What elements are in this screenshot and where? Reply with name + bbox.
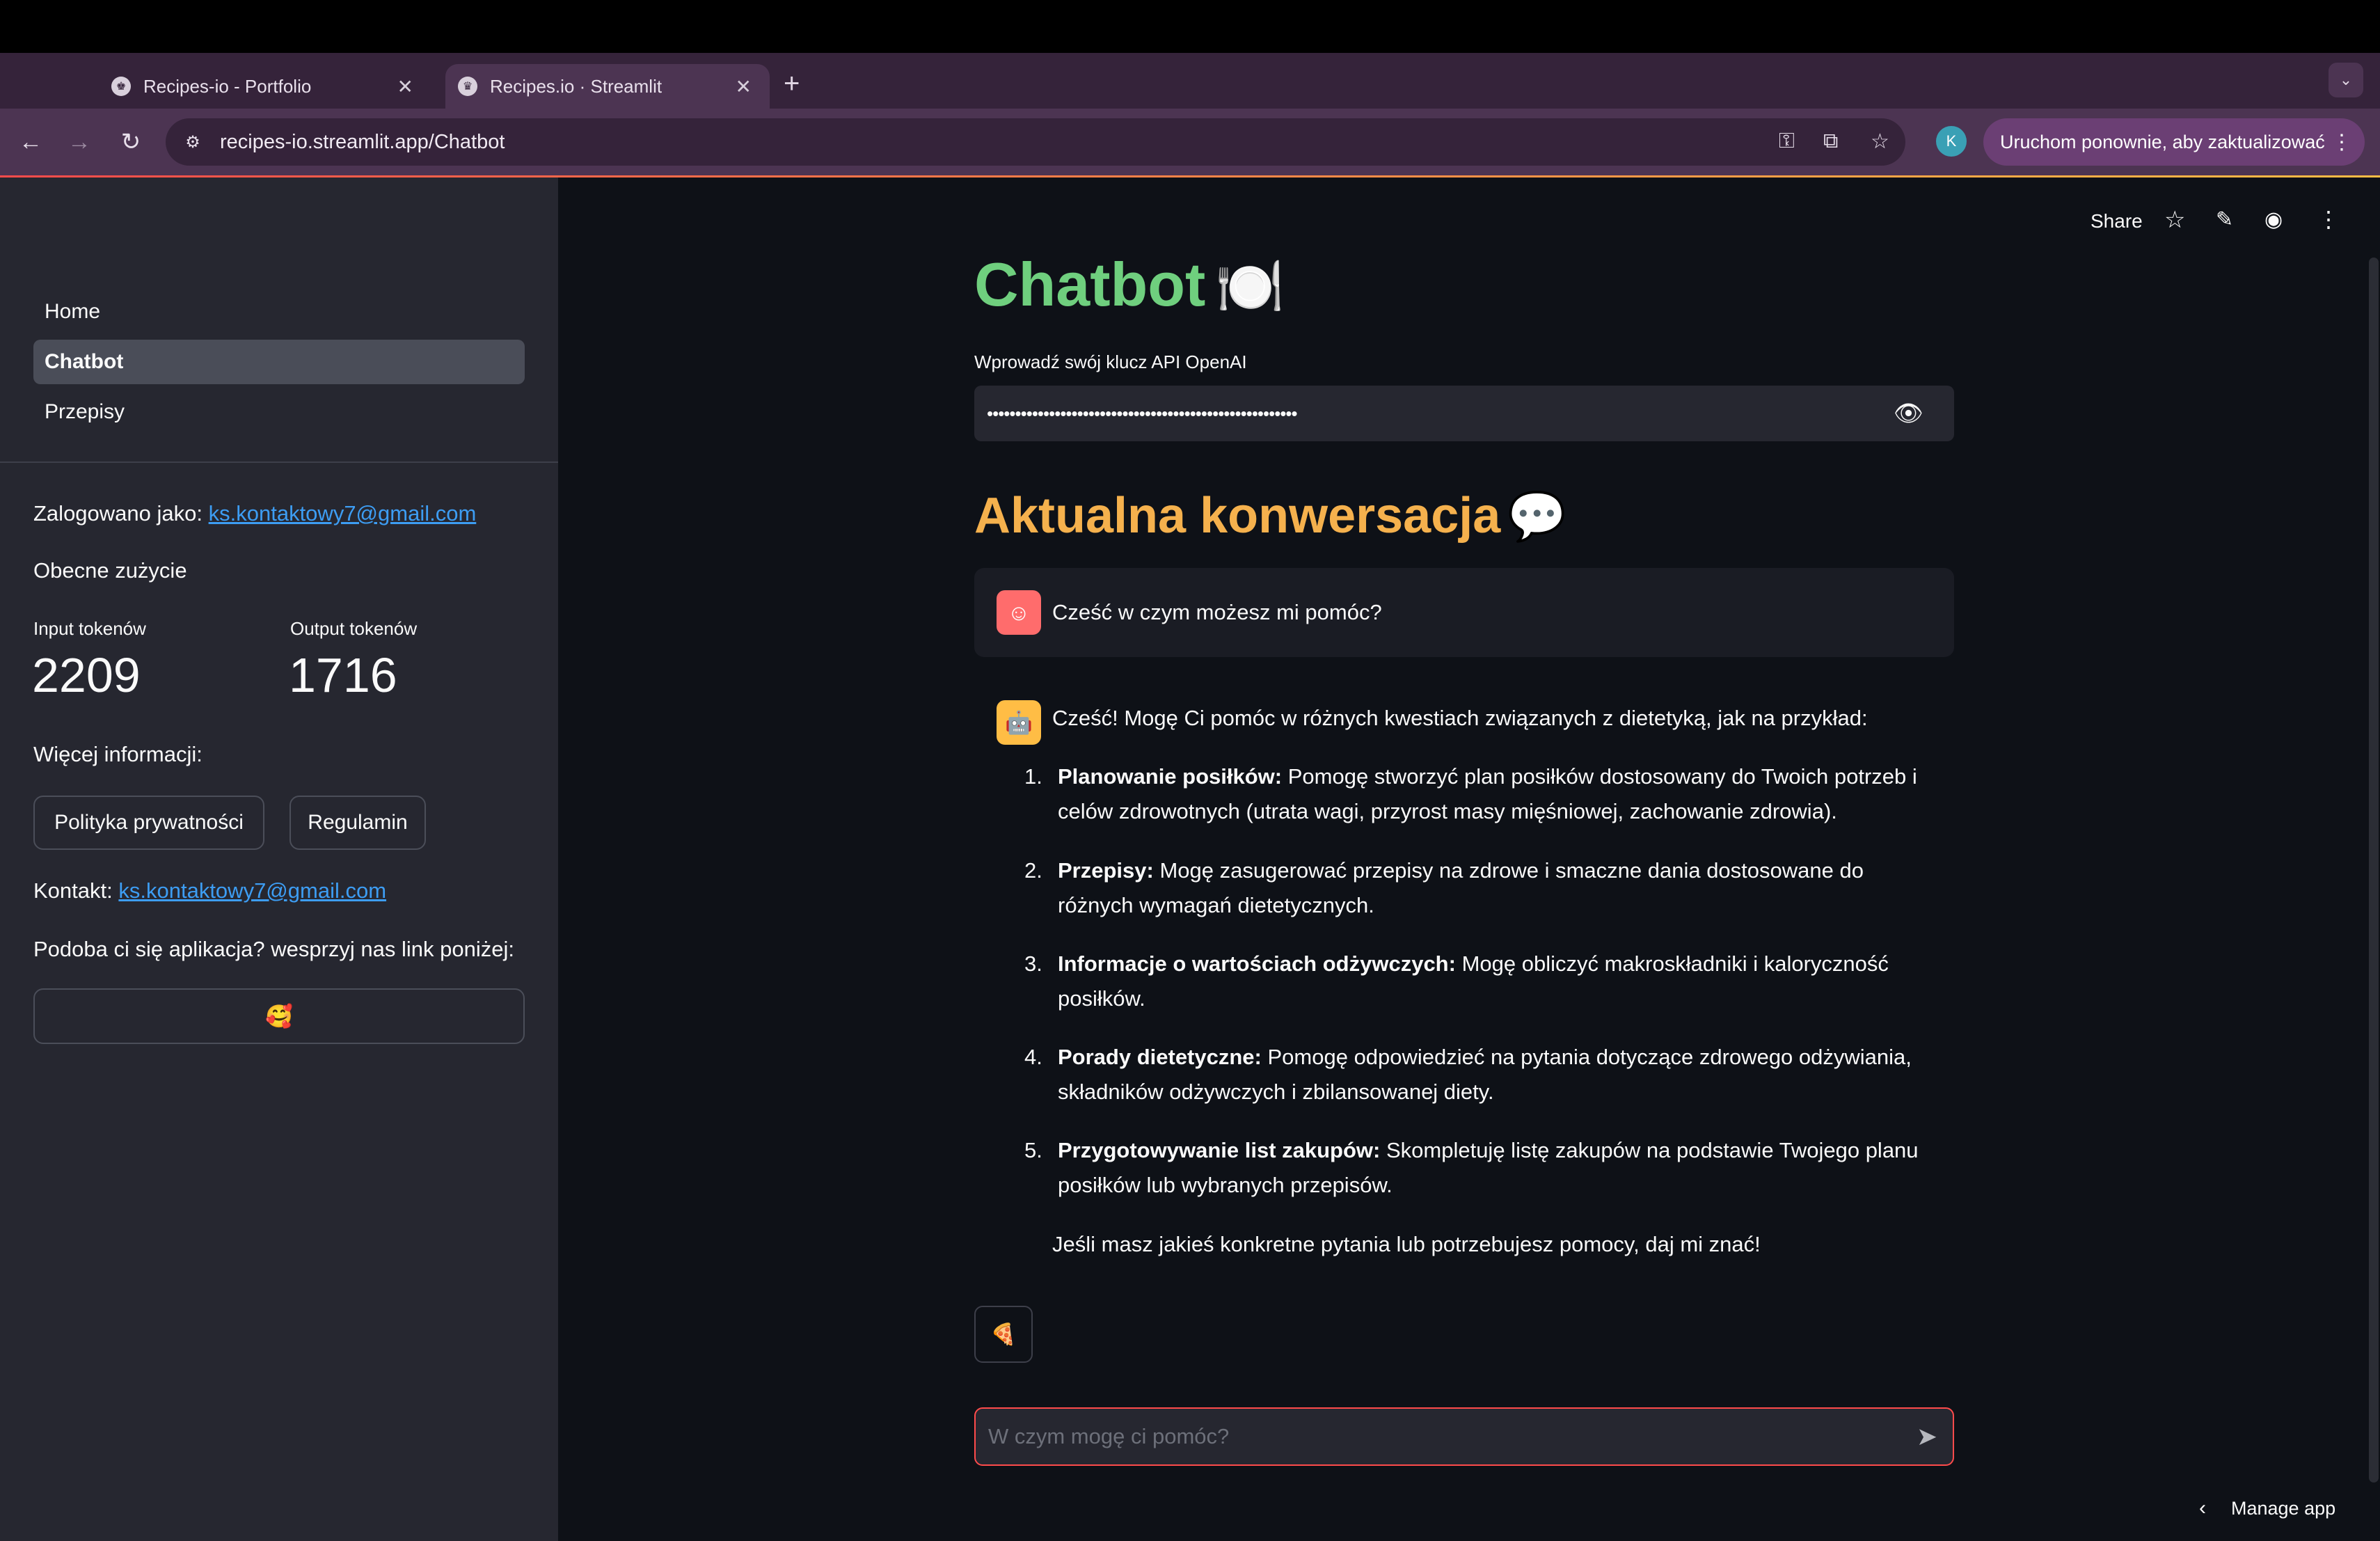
logged-in-label: Zalogowano jako: <box>33 501 203 525</box>
send-arrow-icon[interactable]: ➤ <box>1917 1422 1937 1451</box>
close-tab-icon[interactable]: ✕ <box>736 75 752 98</box>
show-password-eye-icon[interactable]: 👁 <box>1894 400 1923 427</box>
plate-cutlery-icon: 🍽️ <box>1215 255 1285 317</box>
list-item-heading: Przepisy: <box>1058 858 1154 883</box>
page-title-text: Chatbot <box>974 250 1206 319</box>
sidebar-item-przepisy[interactable]: Przepisy <box>33 390 525 434</box>
terms-button[interactable]: Regulamin <box>289 796 426 850</box>
star-icon[interactable]: ☆ <box>2164 206 2185 234</box>
tab-label: Recipes.io · Streamlit <box>490 75 663 97</box>
chat-input[interactable] <box>987 1423 1894 1450</box>
user-message-text: Cześć w czym możesz mi pomóc? <box>1052 600 1382 624</box>
list-item-heading: Planowanie posiłków: <box>1058 764 1283 789</box>
tab-label: Recipes-io - Portfolio <box>143 75 312 97</box>
edit-pencil-icon[interactable]: ✎ <box>2216 207 2233 232</box>
update-label: Uruchom ponownie, aby zaktualizować <box>2000 131 2325 152</box>
input-tokens-value: 2209 <box>32 648 141 702</box>
favicon-icon: ♚ <box>111 77 131 96</box>
sidebar-item-chatbot[interactable]: Chatbot <box>33 340 525 384</box>
pizza-emoji-button[interactable]: 🍕 <box>974 1306 1033 1363</box>
scrollbar[interactable] <box>2369 258 2379 1483</box>
forward-arrow-icon[interactable]: → <box>60 123 99 161</box>
speech-bubble-icon: 💬 <box>1507 490 1566 543</box>
tab-search-chevron-icon[interactable]: ⌄ <box>2329 63 2363 97</box>
list-item: 2. Przepisy: Mogę zasugerować przepisy na… <box>1024 853 1942 923</box>
list-number: 2. <box>1024 858 1042 883</box>
bot-avatar-icon: 🤖 <box>997 700 1041 745</box>
conversation-title-text: Aktualna konwersacja <box>974 488 1501 544</box>
contact-email-link[interactable]: ks.kontaktowy7@gmail.com <box>118 878 386 903</box>
list-item-text: Mogę zasugerować przepisy na zdrowe i sm… <box>1058 858 1864 917</box>
api-key-label: Wprowadź swój klucz API OpenAI <box>974 351 1247 372</box>
user-chat-message: ☺ Cześć w czym możesz mi pomóc? <box>974 568 1954 657</box>
sidebar-item-label: Przepisy <box>45 400 125 423</box>
user-avatar-icon: ☺ <box>997 590 1041 635</box>
bot-outro-text: Jeśli masz jakieś konkretne pytania lub … <box>1052 1232 1761 1256</box>
screen-top-bar <box>0 0 2380 53</box>
privacy-policy-button[interactable]: Polityka prywatności <box>33 796 264 850</box>
manage-app-label: Manage app <box>2231 1497 2336 1519</box>
bookmark-star-icon[interactable]: ☆ <box>1871 129 1889 154</box>
address-bar[interactable]: ⚙ recipes-io.streamlit.app/Chatbot <box>166 118 1905 166</box>
more-info-label: Więcej informacji: <box>33 742 203 766</box>
sidebar-item-label: Home <box>45 300 101 323</box>
list-number: 4. <box>1024 1045 1042 1069</box>
browser-tab-streamlit[interactable]: ♛ Recipes.io · Streamlit ✕ <box>445 64 770 109</box>
back-arrow-icon[interactable]: ← <box>11 123 50 161</box>
list-number: 1. <box>1024 764 1042 789</box>
list-number: 3. <box>1024 951 1042 976</box>
github-icon[interactable]: ◉ <box>2264 207 2283 232</box>
url-text[interactable]: recipes-io.streamlit.app/Chatbot <box>220 131 505 154</box>
usage-heading: Obecne zużycie <box>33 558 187 583</box>
profile-avatar[interactable]: K <box>1936 126 1967 157</box>
list-item: 3. Informacje o wartościach odżywczych: M… <box>1024 947 1942 1016</box>
logged-in-info: Zalogowano jako: ks.kontaktowy7@gmail.co… <box>33 501 476 526</box>
install-app-icon[interactable]: ⧉ <box>1823 129 1838 153</box>
site-info-icon[interactable]: ⚙ <box>181 130 205 154</box>
manage-app-button[interactable]: ‹ Manage app <box>2199 1496 2335 1520</box>
page-title: Chatbot 🍽️ <box>974 249 1285 320</box>
contact-label: Kontakt: <box>33 878 113 903</box>
list-item-heading: Porady dietetyczne: <box>1058 1045 1262 1069</box>
support-link-button[interactable]: 🥰 <box>33 988 525 1044</box>
password-key-icon[interactable]: ⚿ <box>1779 129 1795 153</box>
api-key-masked-value[interactable]: ••••••••••••••••••••••••••••••••••••••••… <box>987 403 1298 425</box>
output-tokens-value: 1716 <box>289 648 397 702</box>
api-key-input[interactable]: ••••••••••••••••••••••••••••••••••••••••… <box>974 386 1954 441</box>
restart-to-update-button[interactable]: Uruchom ponownie, aby zaktualizować ⋮ <box>1983 118 2365 166</box>
contact-info: Kontakt: ks.kontaktowy7@gmail.com <box>33 878 386 903</box>
kebab-menu-icon[interactable]: ⋮ <box>2331 130 2352 155</box>
list-item: 5. Przygotowywanie list zakupów: Skomplet… <box>1024 1133 1942 1203</box>
input-tokens-label: Input tokenów <box>33 618 146 639</box>
list-item-heading: Informacje o wartościach odżywczych: <box>1058 951 1456 976</box>
favicon-icon: ♛ <box>458 77 477 96</box>
bot-intro-text: Cześć! Mogę Ci pomóc w różnych kwestiach… <box>1052 706 1868 730</box>
app-menu-kebab-icon[interactable]: ⋮ <box>2317 206 2340 232</box>
list-item: 4. Porady dietetyczne: Pomogę odpowiedzie… <box>1024 1040 1942 1109</box>
share-button[interactable]: Share <box>2091 210 2143 232</box>
chat-input-box[interactable]: ➤ <box>974 1407 1954 1466</box>
reload-icon[interactable]: ↻ <box>111 123 150 161</box>
new-tab-icon[interactable]: + <box>784 64 800 103</box>
conversation-title: Aktualna konwersacja 💬 <box>974 487 1566 544</box>
chevron-left-icon: ‹ <box>2199 1496 2206 1519</box>
browser-tab-portfolio[interactable]: ♚ Recipes-io - Portfolio ✕ <box>111 64 431 109</box>
support-text: Podoba ci się aplikacja? wesprzyj nas li… <box>33 937 514 961</box>
list-item-heading: Przygotowywanie list zakupów: <box>1058 1138 1381 1162</box>
sidebar-item-label: Chatbot <box>45 350 124 373</box>
sidebar-divider <box>0 461 558 463</box>
close-tab-icon[interactable]: ✕ <box>397 75 413 98</box>
output-tokens-label: Output tokenów <box>290 618 418 639</box>
sidebar-item-home[interactable]: Home <box>33 290 525 334</box>
list-item: 1. Planowanie posiłków: Pomogę stworzyć p… <box>1024 759 1942 829</box>
list-number: 5. <box>1024 1138 1042 1162</box>
logged-in-email-link[interactable]: ks.kontaktowy7@gmail.com <box>209 501 477 525</box>
